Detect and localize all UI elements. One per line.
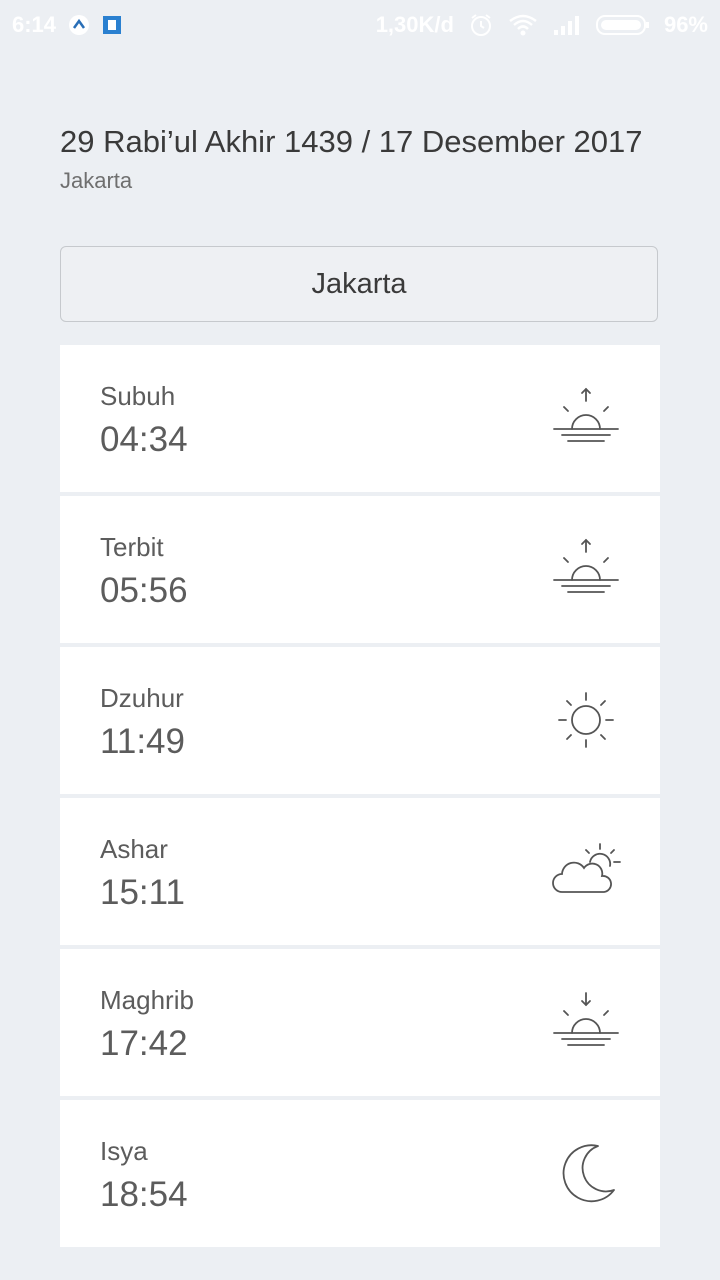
prayer-name: Isya	[100, 1136, 148, 1166]
city-select-label: Jakarta	[311, 267, 407, 300]
app-notification-icon	[68, 14, 90, 36]
sun-icon	[548, 685, 624, 755]
prayer-list: Subuh 04:34 Terbit 05:56 Dzuhur 11:49 As…	[60, 345, 660, 1251]
prayer-card-terbit[interactable]: Terbit 05:56	[60, 496, 660, 643]
date-title: 29 Rabi’ul Akhir 1439 / 17 Desember 2017	[60, 124, 643, 159]
sunset-icon	[548, 987, 624, 1057]
prayer-name: Dzuhur	[100, 683, 184, 713]
prayer-name: Ashar	[100, 834, 168, 864]
moon-icon	[548, 1138, 624, 1208]
alarm-icon	[468, 12, 494, 38]
prayer-card-maghrib[interactable]: Maghrib 17:42	[60, 949, 660, 1096]
status-bar: 6:14 1,30K/d 96%	[0, 0, 720, 50]
date-city: Jakarta	[60, 168, 133, 193]
wifi-icon	[508, 13, 538, 37]
prayer-time: 18:54	[100, 1175, 188, 1214]
battery-icon	[595, 14, 650, 36]
prayer-name: Maghrib	[100, 985, 194, 1015]
cloud-sun-icon	[548, 836, 624, 906]
prayer-name: Terbit	[100, 532, 164, 562]
prayer-time: 05:56	[100, 571, 188, 610]
prayer-time: 11:49	[100, 722, 185, 761]
signal-icon	[552, 14, 582, 36]
prayer-card-ashar[interactable]: Ashar 15:11	[60, 798, 660, 945]
prayer-card-subuh[interactable]: Subuh 04:34	[60, 345, 660, 492]
prayer-time: 15:11	[100, 873, 185, 912]
app-square-icon	[102, 15, 122, 35]
city-select-button[interactable]: Jakarta	[60, 246, 658, 322]
prayer-name: Subuh	[100, 381, 176, 411]
sunrise-icon	[548, 383, 624, 453]
status-time: 6:14	[12, 12, 57, 37]
prayer-time: 17:42	[100, 1024, 188, 1063]
prayer-time: 04:34	[100, 420, 188, 459]
battery-percent: 96%	[663, 12, 708, 37]
network-speed: 1,30K/d	[375, 12, 454, 37]
sunrise-icon	[548, 534, 624, 604]
prayer-card-dzuhur[interactable]: Dzuhur 11:49	[60, 647, 660, 794]
prayer-card-isya[interactable]: Isya 18:54	[60, 1100, 660, 1247]
